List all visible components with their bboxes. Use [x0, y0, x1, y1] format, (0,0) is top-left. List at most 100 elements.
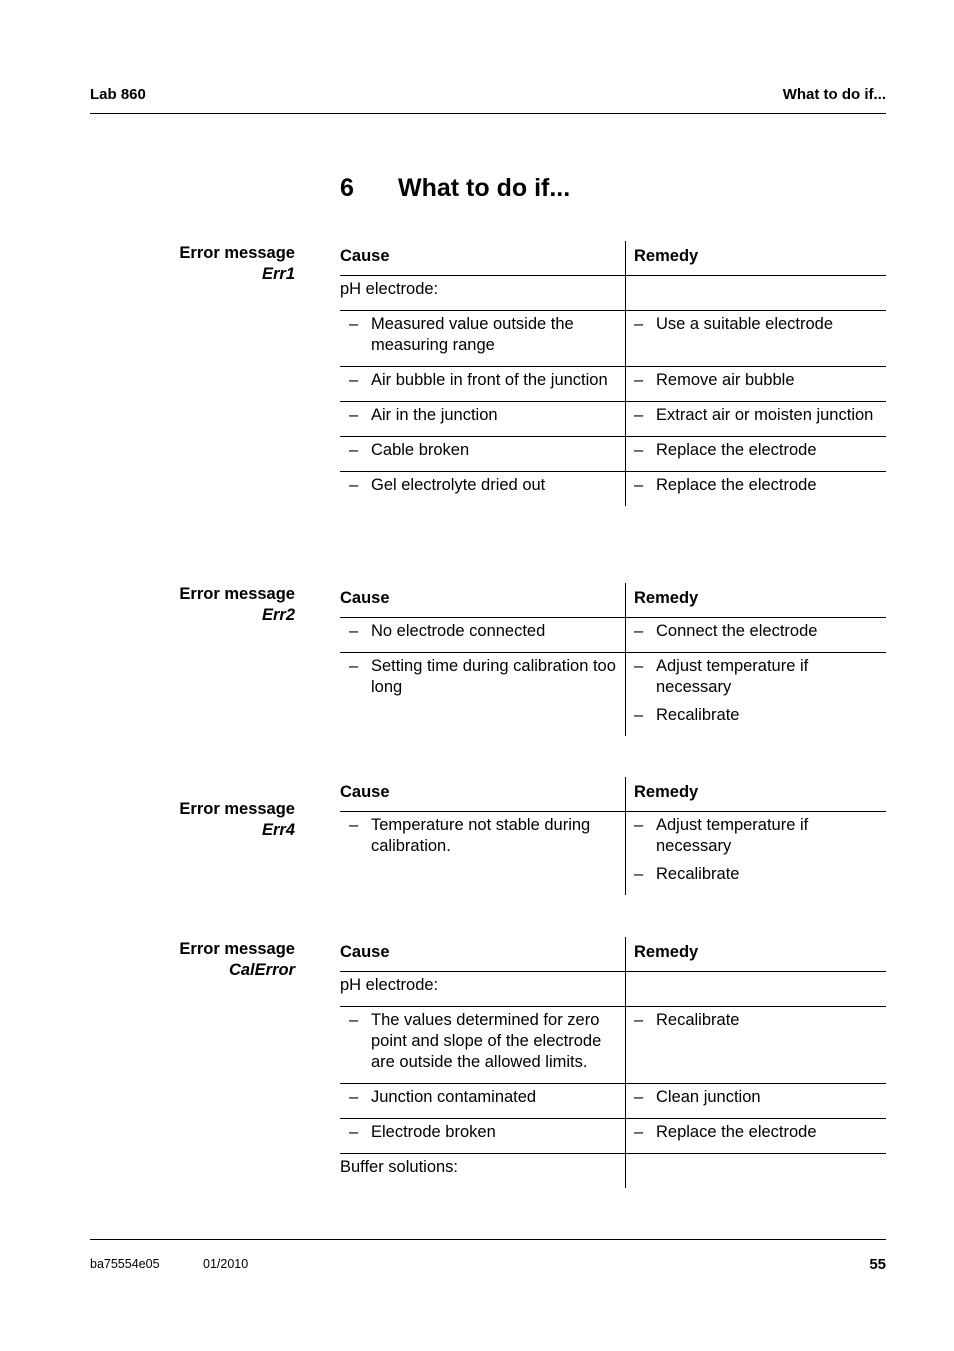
remedy-cell: – Connect the electrode — [625, 618, 886, 652]
footer-date: 01/2010 — [203, 1257, 249, 1271]
remedy-item: – Adjust temperature if necessary — [634, 656, 886, 698]
dash-bullet: – — [349, 406, 359, 424]
header-rule — [90, 113, 886, 114]
table-header-row: Cause Remedy — [340, 583, 886, 618]
remedy-item: – Replace the electrode — [634, 475, 886, 496]
remedy-item: – Replace the electrode — [634, 1122, 886, 1143]
chapter-number: 6 — [340, 174, 354, 202]
remedy-cell: – Use a suitable electrode — [625, 311, 886, 366]
cause-item: – Air bubble in front of the junction — [340, 370, 617, 391]
dash-bullet: – — [349, 622, 359, 640]
remedy-text: Replace the electrode — [656, 476, 817, 494]
dash-bullet: – — [349, 816, 359, 834]
table-row: – No electrode connected – Connect the elec… — [340, 618, 886, 653]
error-table: Cause Remedy – No electrode connected – Conne… — [340, 583, 886, 736]
table-row: – Air bubble in front of the junction – Rem… — [340, 367, 886, 402]
table-row: – Junction contaminated – Clean junction — [340, 1084, 886, 1119]
table-row: – Air in the junction – Extract air or mois… — [340, 402, 886, 437]
column-divider — [625, 937, 626, 1188]
remedy-text: Recalibrate — [656, 706, 740, 724]
error-table: Cause Remedy pH electrode: – The values dete… — [340, 937, 886, 1188]
table-row: – Electrode broken – Replace the electrode — [340, 1119, 886, 1154]
cause-item: – Temperature not stable during calibrati… — [340, 815, 617, 857]
cause-text: Cable broken — [371, 441, 470, 459]
remedy-item: – Use a suitable electrode — [634, 314, 886, 335]
chapter-heading: 6 What to do if... — [340, 174, 570, 203]
error-code: Err4 — [261, 821, 295, 839]
cause-cell: – Air bubble in front of the junction — [340, 367, 625, 401]
dash-bullet: – — [349, 315, 359, 333]
cause-cell: – Setting time during calibration too lon… — [340, 653, 625, 736]
column-header-cause: Cause — [340, 247, 390, 265]
error-table: Cause Remedy – Temperature not stable durin… — [340, 777, 886, 895]
remedy-text: Replace the electrode — [656, 1123, 817, 1141]
dash-bullet: – — [634, 1011, 644, 1029]
cause-text: Temperature not stable during calibratio… — [371, 816, 591, 855]
dash-bullet: – — [634, 816, 644, 834]
cause-text: Air bubble in front of the junction — [371, 371, 608, 389]
dash-bullet: – — [634, 315, 644, 333]
column-header-cause: Cause — [340, 943, 390, 961]
table-row: – Measured value outside the measuring ra… — [340, 311, 886, 367]
cause-cell: – Electrode broken — [340, 1119, 625, 1153]
remedy-item: – Clean junction — [634, 1087, 886, 1108]
error-message-label: Error message CalError — [179, 939, 295, 981]
table-row: – Gel electrolyte dried out – Replace the e… — [340, 472, 886, 506]
cause-item: – Gel electrolyte dried out — [340, 475, 617, 496]
dash-bullet: – — [349, 1088, 359, 1106]
dash-bullet: – — [349, 1123, 359, 1141]
cause-text: No electrode connected — [371, 622, 546, 640]
cause-item: – The values determined for zero point an… — [340, 1010, 617, 1073]
cause-text: Gel electrolyte dried out — [371, 476, 546, 494]
error-code: Err1 — [261, 265, 295, 283]
remedy-cell: – Adjust temperature if necessary – Recalib… — [625, 653, 886, 736]
remedy-cell: – Replace the electrode — [625, 472, 886, 506]
cause-cell: – Temperature not stable during calibrati… — [340, 812, 625, 895]
cause-item: – Air in the junction — [340, 405, 617, 426]
remedy-cell: – Extract air or moisten junction — [625, 402, 886, 436]
column-divider — [625, 777, 626, 895]
remedy-text: Recalibrate — [656, 865, 740, 883]
dash-bullet: – — [634, 1123, 644, 1141]
dash-bullet: – — [349, 657, 359, 675]
table-header-row: Cause Remedy — [340, 241, 886, 276]
column-header-cause: Cause — [340, 589, 390, 607]
dash-bullet: – — [634, 441, 644, 459]
dash-bullet: – — [349, 371, 359, 389]
remedy-cell: – Clean junction — [625, 1084, 886, 1118]
remedy-cell: – Replace the electrode — [625, 1119, 886, 1153]
remedy-item: – Adjust temperature if necessary — [634, 815, 886, 857]
column-header-remedy: Remedy — [634, 247, 699, 265]
column-header-remedy: Remedy — [634, 783, 699, 801]
table-row: pH electrode: — [340, 276, 886, 311]
cause-cell: – Air in the junction — [340, 402, 625, 436]
remedy-cell: – Adjust temperature if necessary – Recalib… — [625, 812, 886, 895]
cause-cell: pH electrode: — [340, 972, 625, 1006]
dash-bullet: – — [634, 476, 644, 494]
chapter-title: What to do if... — [398, 174, 571, 202]
table-header-row: Cause Remedy — [340, 777, 886, 812]
error-label-text: Error message — [179, 585, 295, 603]
cause-item: – Electrode broken — [340, 1122, 617, 1143]
remedy-text: Use a suitable electrode — [656, 315, 834, 333]
footer-rule — [90, 1239, 886, 1240]
table-header-row: Cause Remedy — [340, 937, 886, 972]
dash-bullet: – — [634, 865, 644, 883]
cause-group-heading: pH electrode: — [340, 976, 439, 994]
error-message-label: Error message Err1 — [179, 243, 295, 285]
cause-cell: Buffer solutions: — [340, 1154, 625, 1188]
column-divider — [625, 241, 626, 506]
cause-group-heading: Buffer solutions: — [340, 1158, 459, 1176]
cause-cell: – Junction contaminated — [340, 1084, 625, 1118]
column-header-remedy: Remedy — [634, 589, 699, 607]
dash-bullet: – — [349, 476, 359, 494]
cause-text: The values determined for zero point and… — [371, 1011, 602, 1071]
dash-bullet: – — [634, 406, 644, 424]
remedy-text: Adjust temperature if necessary — [656, 657, 809, 696]
column-header-remedy: Remedy — [634, 943, 699, 961]
cause-cell: – The values determined for zero point an… — [340, 1007, 625, 1083]
cause-group-heading: pH electrode: — [340, 280, 439, 298]
remedy-item: – Remove air bubble — [634, 370, 886, 391]
error-code: Err2 — [261, 606, 295, 624]
remedy-item: – Recalibrate — [634, 705, 886, 726]
